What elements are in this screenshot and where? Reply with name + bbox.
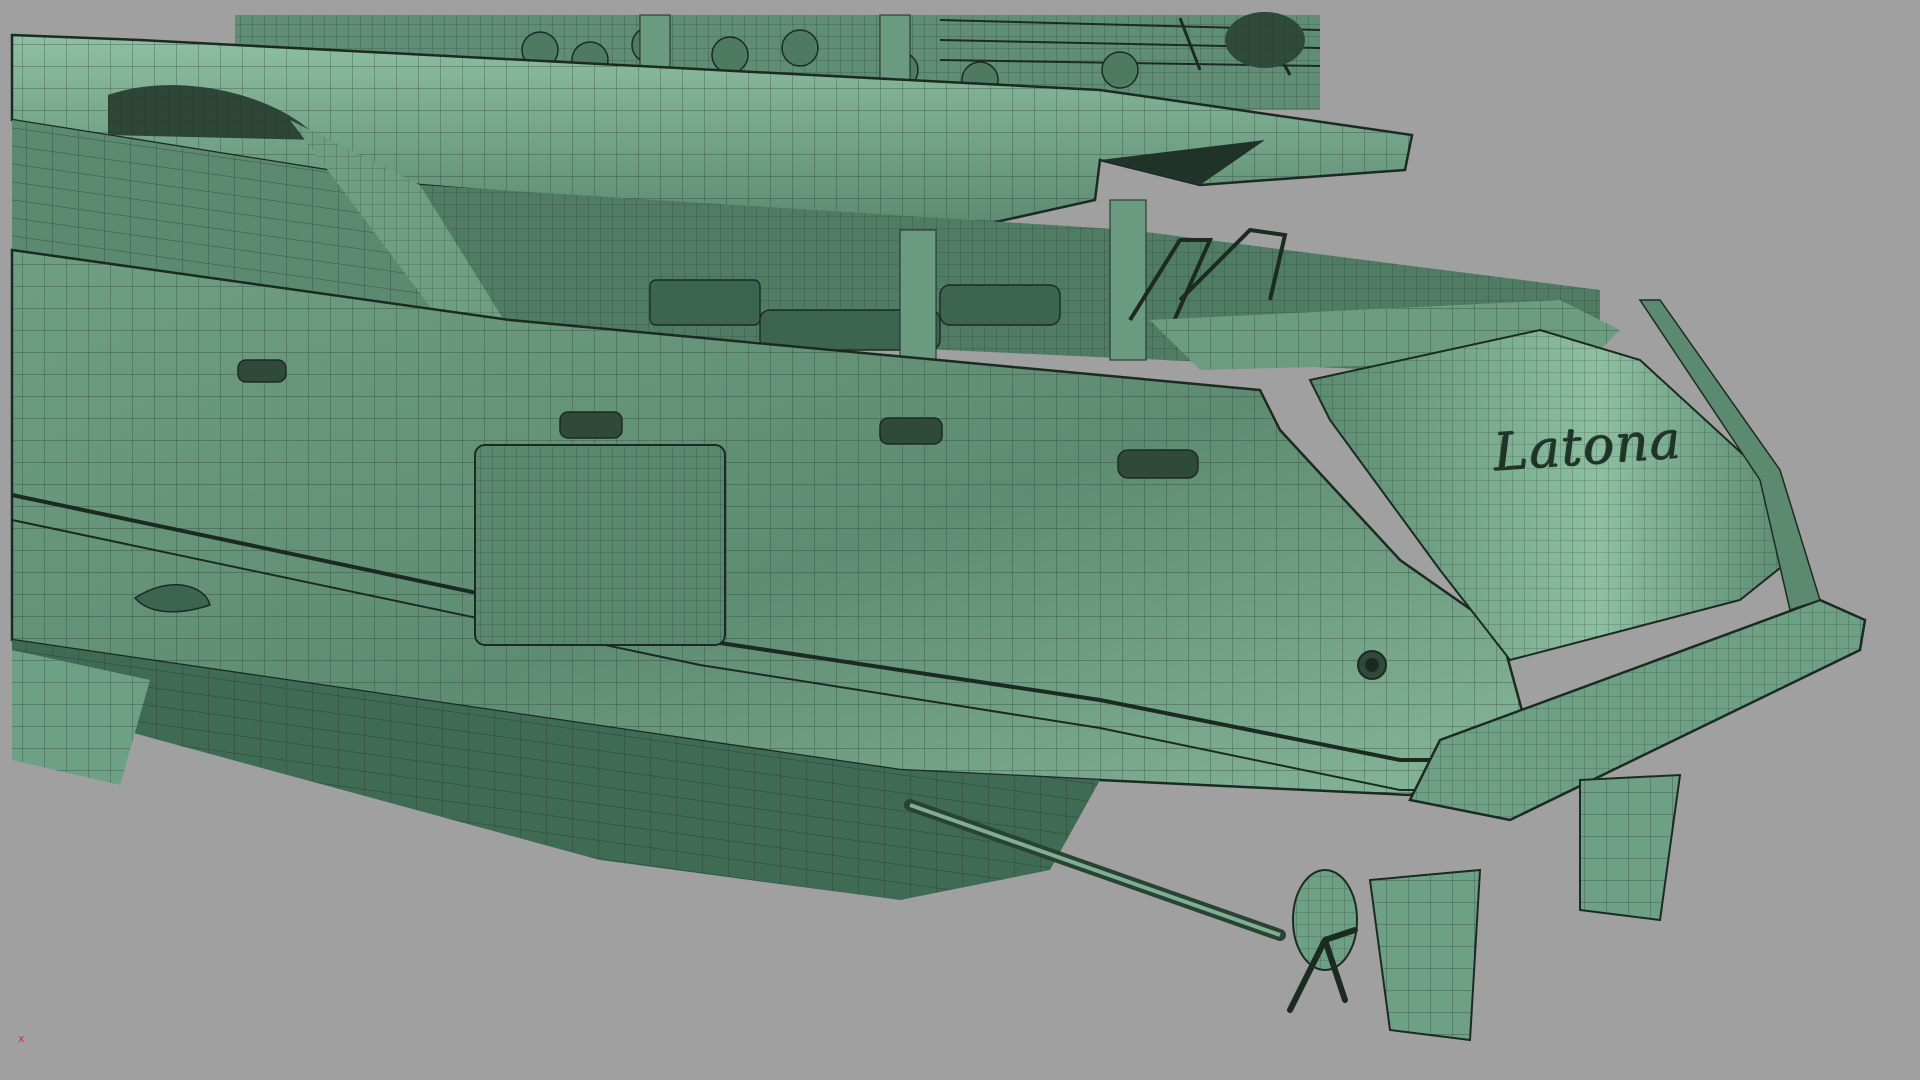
axis-gizmo: x — [18, 1032, 25, 1045]
3d-viewport[interactable]: Latona x — [0, 0, 1920, 1080]
yacht-model — [10, 12, 1867, 1042]
